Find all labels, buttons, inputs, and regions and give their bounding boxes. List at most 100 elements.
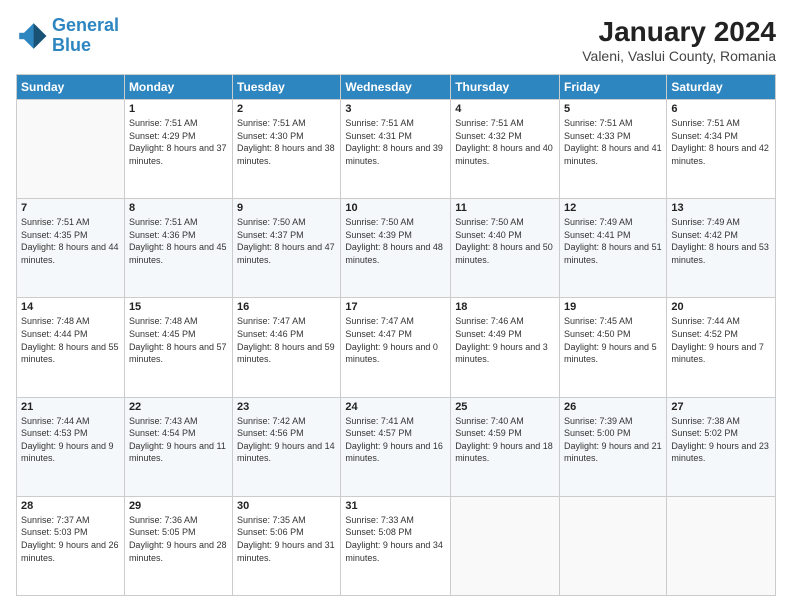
- day-number: 24: [345, 401, 446, 413]
- day-number: 6: [671, 103, 771, 115]
- day-number: 9: [237, 202, 336, 214]
- weekday-header: Friday: [560, 75, 667, 100]
- calendar-cell: 13Sunrise: 7:49 AMSunset: 4:42 PMDayligh…: [667, 199, 776, 298]
- day-number: 11: [455, 202, 555, 214]
- day-number: 30: [237, 500, 336, 512]
- page: General Blue January 2024 Valeni, Vaslui…: [0, 0, 792, 612]
- day-info: Sunrise: 7:51 AMSunset: 4:36 PMDaylight:…: [129, 216, 228, 266]
- day-number: 25: [455, 401, 555, 413]
- day-info: Sunrise: 7:33 AMSunset: 5:08 PMDaylight:…: [345, 514, 446, 564]
- calendar-week-row: 28 Sunrise: 7:37 AMSunset: 5:03 PMDayligh…: [17, 496, 776, 595]
- logo-line2: Blue: [52, 35, 91, 55]
- day-info: Sunrise: 7:47 AMSunset: 4:46 PMDaylight:…: [237, 315, 336, 365]
- day-number: 21: [21, 401, 120, 413]
- day-info: Sunrise: 7:38 AMSunset: 5:02 PMDaylight:…: [671, 415, 771, 465]
- day-info: Sunrise: 7:43 AMSunset: 4:54 PMDaylight:…: [129, 415, 228, 465]
- day-info: Sunrise: 7:40 AMSunset: 4:59 PMDaylight:…: [455, 415, 555, 465]
- calendar-cell: 14 Sunrise: 7:48 AMSunset: 4:44 PMDayligh…: [17, 298, 125, 397]
- day-number: 27: [671, 401, 771, 413]
- calendar-cell: 12 Sunrise: 7:49 AMSunset: 4:41 PMDayligh…: [560, 199, 667, 298]
- calendar-cell: 27 Sunrise: 7:38 AMSunset: 5:02 PMDayligh…: [667, 397, 776, 496]
- day-info: Sunrise: 7:39 AMSunset: 5:00 PMDaylight:…: [564, 415, 662, 465]
- day-number: 29: [129, 500, 228, 512]
- day-number: 15: [129, 301, 228, 313]
- weekday-header: Tuesday: [233, 75, 341, 100]
- day-info: Sunrise: 7:47 AMSunset: 4:47 PMDaylight:…: [345, 315, 446, 365]
- calendar-cell: 11 Sunrise: 7:50 AMSunset: 4:40 PMDayligh…: [451, 199, 560, 298]
- calendar-cell: 29 Sunrise: 7:36 AMSunset: 5:05 PMDayligh…: [124, 496, 232, 595]
- calendar-cell: 15 Sunrise: 7:48 AMSunset: 4:45 PMDayligh…: [124, 298, 232, 397]
- day-number: 14: [21, 301, 120, 313]
- day-info: Sunrise: 7:42 AMSunset: 4:56 PMDaylight:…: [237, 415, 336, 465]
- calendar-cell: 19Sunrise: 7:45 AMSunset: 4:50 PMDayligh…: [560, 298, 667, 397]
- calendar-cell: 21 Sunrise: 7:44 AMSunset: 4:53 PMDayligh…: [17, 397, 125, 496]
- day-number: 18: [455, 301, 555, 313]
- calendar-cell: [17, 100, 125, 199]
- day-info: Sunrise: 7:51 AMSunset: 4:31 PMDaylight:…: [345, 117, 446, 167]
- day-info: Sunrise: 7:37 AMSunset: 5:03 PMDaylight:…: [21, 514, 120, 564]
- day-info: Sunrise: 7:41 AMSunset: 4:57 PMDaylight:…: [345, 415, 446, 465]
- calendar-cell: 17 Sunrise: 7:47 AMSunset: 4:47 PMDayligh…: [341, 298, 451, 397]
- day-number: 17: [345, 301, 446, 313]
- day-info: Sunrise: 7:48 AMSunset: 4:44 PMDaylight:…: [21, 315, 120, 365]
- calendar-cell: 10Sunrise: 7:50 AMSunset: 4:39 PMDayligh…: [341, 199, 451, 298]
- calendar-cell: 31Sunrise: 7:33 AMSunset: 5:08 PMDayligh…: [341, 496, 451, 595]
- day-info: Sunrise: 7:50 AMSunset: 4:40 PMDaylight:…: [455, 216, 555, 266]
- calendar-table: SundayMondayTuesdayWednesdayThursdayFrid…: [16, 74, 776, 596]
- calendar-cell: 26 Sunrise: 7:39 AMSunset: 5:00 PMDayligh…: [560, 397, 667, 496]
- day-info: Sunrise: 7:48 AMSunset: 4:45 PMDaylight:…: [129, 315, 228, 365]
- weekday-header: Monday: [124, 75, 232, 100]
- day-info: Sunrise: 7:51 AMSunset: 4:34 PMDaylight:…: [671, 117, 771, 167]
- day-number: 26: [564, 401, 662, 413]
- title-block: January 2024 Valeni, Vaslui County, Roma…: [582, 16, 776, 64]
- calendar-header-row: SundayMondayTuesdayWednesdayThursdayFrid…: [17, 75, 776, 100]
- day-info: Sunrise: 7:51 AMSunset: 4:35 PMDaylight:…: [21, 216, 120, 266]
- day-number: 12: [564, 202, 662, 214]
- day-info: Sunrise: 7:44 AMSunset: 4:53 PMDaylight:…: [21, 415, 120, 465]
- day-info: Sunrise: 7:49 AMSunset: 4:41 PMDaylight:…: [564, 216, 662, 266]
- header: General Blue January 2024 Valeni, Vaslui…: [16, 16, 776, 64]
- weekday-header: Saturday: [667, 75, 776, 100]
- calendar-cell: 18 Sunrise: 7:46 AMSunset: 4:49 PMDayligh…: [451, 298, 560, 397]
- day-number: 23: [237, 401, 336, 413]
- calendar-cell: [560, 496, 667, 595]
- calendar-week-row: 14 Sunrise: 7:48 AMSunset: 4:44 PMDayligh…: [17, 298, 776, 397]
- calendar-cell: 22Sunrise: 7:43 AMSunset: 4:54 PMDayligh…: [124, 397, 232, 496]
- day-info: Sunrise: 7:51 AMSunset: 4:29 PMDaylight:…: [129, 117, 228, 167]
- day-info: Sunrise: 7:45 AMSunset: 4:50 PMDaylight:…: [564, 315, 662, 365]
- day-number: 20: [671, 301, 771, 313]
- logo-line1: General: [52, 15, 119, 35]
- day-number: 7: [21, 202, 120, 214]
- day-info: Sunrise: 7:51 AMSunset: 4:32 PMDaylight:…: [455, 117, 555, 167]
- calendar-cell: 20 Sunrise: 7:44 AMSunset: 4:52 PMDayligh…: [667, 298, 776, 397]
- calendar-cell: 6 Sunrise: 7:51 AMSunset: 4:34 PMDaylight…: [667, 100, 776, 199]
- day-number: 8: [129, 202, 228, 214]
- day-info: Sunrise: 7:46 AMSunset: 4:49 PMDaylight:…: [455, 315, 555, 365]
- page-subtitle: Valeni, Vaslui County, Romania: [582, 48, 776, 64]
- calendar-week-row: 21 Sunrise: 7:44 AMSunset: 4:53 PMDayligh…: [17, 397, 776, 496]
- day-info: Sunrise: 7:51 AMSunset: 4:30 PMDaylight:…: [237, 117, 336, 167]
- weekday-header: Thursday: [451, 75, 560, 100]
- calendar-cell: 30Sunrise: 7:35 AMSunset: 5:06 PMDayligh…: [233, 496, 341, 595]
- day-info: Sunrise: 7:50 AMSunset: 4:37 PMDaylight:…: [237, 216, 336, 266]
- logo-icon: [16, 20, 48, 52]
- calendar-cell: 23 Sunrise: 7:42 AMSunset: 4:56 PMDayligh…: [233, 397, 341, 496]
- calendar-week-row: 7 Sunrise: 7:51 AMSunset: 4:35 PMDaylight…: [17, 199, 776, 298]
- day-number: 3: [345, 103, 446, 115]
- calendar-cell: 3 Sunrise: 7:51 AMSunset: 4:31 PMDaylight…: [341, 100, 451, 199]
- logo-text: General Blue: [52, 16, 119, 56]
- day-info: Sunrise: 7:36 AMSunset: 5:05 PMDaylight:…: [129, 514, 228, 564]
- calendar-cell: 24 Sunrise: 7:41 AMSunset: 4:57 PMDayligh…: [341, 397, 451, 496]
- weekday-header: Wednesday: [341, 75, 451, 100]
- calendar-cell: 25 Sunrise: 7:40 AMSunset: 4:59 PMDayligh…: [451, 397, 560, 496]
- day-info: Sunrise: 7:49 AMSunset: 4:42 PMDaylight:…: [671, 216, 771, 266]
- calendar-cell: 4Sunrise: 7:51 AMSunset: 4:32 PMDaylight…: [451, 100, 560, 199]
- calendar-week-row: 1Sunrise: 7:51 AMSunset: 4:29 PMDaylight…: [17, 100, 776, 199]
- logo: General Blue: [16, 16, 119, 56]
- calendar-cell: 9 Sunrise: 7:50 AMSunset: 4:37 PMDaylight…: [233, 199, 341, 298]
- day-number: 2: [237, 103, 336, 115]
- day-info: Sunrise: 7:50 AMSunset: 4:39 PMDaylight:…: [345, 216, 446, 266]
- day-number: 28: [21, 500, 120, 512]
- calendar-cell: 5Sunrise: 7:51 AMSunset: 4:33 PMDaylight…: [560, 100, 667, 199]
- day-info: Sunrise: 7:44 AMSunset: 4:52 PMDaylight:…: [671, 315, 771, 365]
